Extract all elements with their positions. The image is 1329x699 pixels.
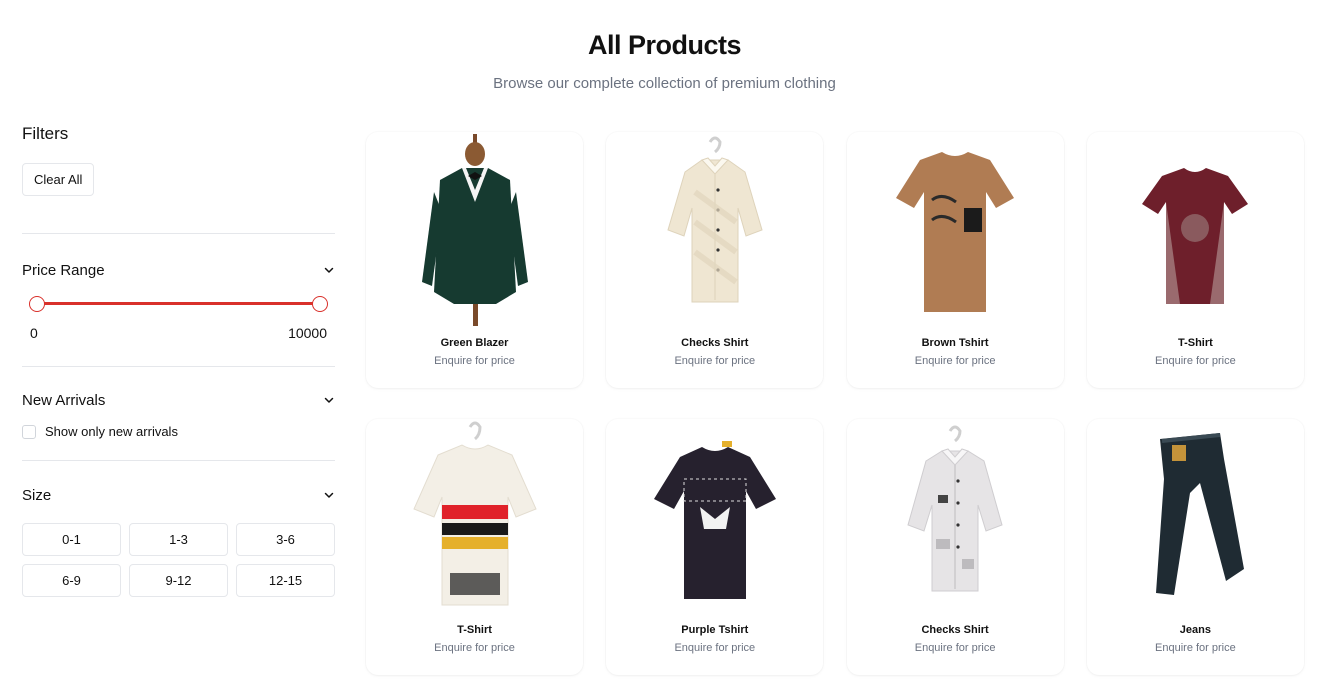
product-name[interactable]: Green Blazer — [366, 337, 583, 349]
size-option[interactable]: 1-3 — [129, 523, 228, 556]
product-card[interactable]: T-Shirt Enquire for price — [1086, 132, 1304, 388]
range-min-thumb[interactable] — [29, 296, 45, 312]
size-option[interactable]: 6-9 — [22, 564, 121, 597]
filters-title: Filters — [22, 124, 69, 143]
size-options: 0-1 1-3 3-6 6-9 9-12 12-15 — [22, 523, 335, 597]
price-range-slider[interactable] — [22, 296, 335, 312]
divider — [22, 460, 335, 461]
divider — [22, 233, 335, 234]
product-name[interactable]: Brown Tshirt — [847, 337, 1064, 349]
product-price: Enquire for price — [674, 355, 756, 367]
tshirt-icon — [412, 421, 537, 606]
range-min-label: 0 — [30, 325, 38, 341]
chevron-down-icon[interactable] — [323, 264, 335, 276]
clear-all-button[interactable]: Clear All — [22, 163, 95, 196]
product-image[interactable] — [618, 419, 811, 615]
product-price: Enquire for price — [914, 355, 996, 367]
new-arrivals-checkbox[interactable] — [22, 424, 36, 439]
product-card[interactable]: Checks Shirt Enquire for price — [606, 132, 824, 388]
product-image[interactable] — [859, 419, 1052, 615]
product-price: Enquire for price — [1155, 642, 1236, 654]
product-card[interactable]: Jeans Enquire for price — [1086, 419, 1304, 675]
product-image[interactable] — [378, 419, 571, 615]
new-arrivals-header[interactable]: New Arrivals — [22, 389, 335, 411]
product-name[interactable]: Checks Shirt — [606, 337, 823, 349]
blazer-icon — [421, 134, 528, 326]
page-subtitle: Browse our complete collection of premiu… — [493, 75, 836, 92]
product-price: Enquire for price — [914, 642, 996, 654]
product-grid: Green Blazer Enquire for price Checks Sh… — [366, 132, 1304, 675]
tshirt-icon — [1142, 168, 1249, 304]
chevron-down-icon[interactable] — [323, 489, 335, 501]
size-option[interactable]: 9-12 — [129, 564, 228, 597]
product-card[interactable]: Green Blazer Enquire for price — [366, 132, 583, 388]
range-fill — [37, 302, 320, 305]
product-image[interactable] — [859, 132, 1052, 328]
size-section: Size 0-1 1-3 3-6 6-9 9-12 12-15 — [22, 484, 335, 597]
product-price: Enquire for price — [1155, 355, 1236, 367]
divider — [22, 366, 335, 367]
new-arrivals-option[interactable]: Show only new arrivals — [22, 424, 335, 439]
size-option[interactable]: 12-15 — [236, 564, 335, 597]
product-image[interactable] — [618, 132, 811, 328]
range-max-label: 10000 — [288, 325, 327, 341]
product-name[interactable]: Purple Tshirt — [606, 624, 823, 636]
jeans-icon — [1156, 433, 1245, 595]
page-header: All Products Browse our complete collect… — [0, 28, 1329, 94]
product-name[interactable]: T-Shirt — [1087, 337, 1304, 349]
range-max-thumb[interactable] — [312, 296, 328, 312]
product-card[interactable]: Checks Shirt Enquire for price — [846, 419, 1064, 675]
tshirt-icon — [653, 441, 776, 599]
product-image[interactable] — [1099, 132, 1292, 328]
price-range-header[interactable]: Price Range — [22, 259, 335, 281]
product-image[interactable] — [1099, 419, 1292, 615]
range-values: 0 10000 — [22, 325, 335, 341]
size-option[interactable]: 3-6 — [236, 523, 335, 556]
new-arrivals-title: New Arrivals — [22, 391, 106, 409]
filters-sidebar: Filters Clear All Price Range 0 10000 Ne… — [22, 122, 335, 597]
chevron-down-icon[interactable] — [323, 394, 335, 406]
shirt-icon — [907, 425, 1003, 592]
product-price: Enquire for price — [434, 642, 515, 654]
size-option[interactable]: 0-1 — [22, 523, 121, 556]
product-price: Enquire for price — [674, 642, 756, 654]
product-card[interactable]: T-Shirt Enquire for price — [366, 419, 583, 675]
product-name[interactable]: Checks Shirt — [847, 624, 1064, 636]
price-range-title: Price Range — [22, 261, 105, 279]
size-title: Size — [22, 486, 52, 504]
product-name[interactable]: T-Shirt — [366, 624, 583, 636]
price-range-section: Price Range 0 10000 — [22, 259, 335, 341]
size-header[interactable]: Size — [22, 484, 335, 506]
product-name[interactable]: Jeans — [1087, 624, 1304, 636]
shirt-icon — [667, 136, 763, 303]
tshirt-icon — [896, 152, 1015, 312]
page-title: All Products — [587, 30, 742, 60]
product-card[interactable]: Brown Tshirt Enquire for price — [846, 132, 1064, 388]
product-image[interactable] — [378, 132, 571, 328]
product-price: Enquire for price — [434, 355, 515, 367]
new-arrivals-section: New Arrivals Show only new arrivals — [22, 389, 335, 439]
new-arrivals-checkbox-label[interactable]: Show only new arrivals — [45, 424, 178, 439]
product-card[interactable]: Purple Tshirt Enquire for price — [606, 419, 824, 675]
